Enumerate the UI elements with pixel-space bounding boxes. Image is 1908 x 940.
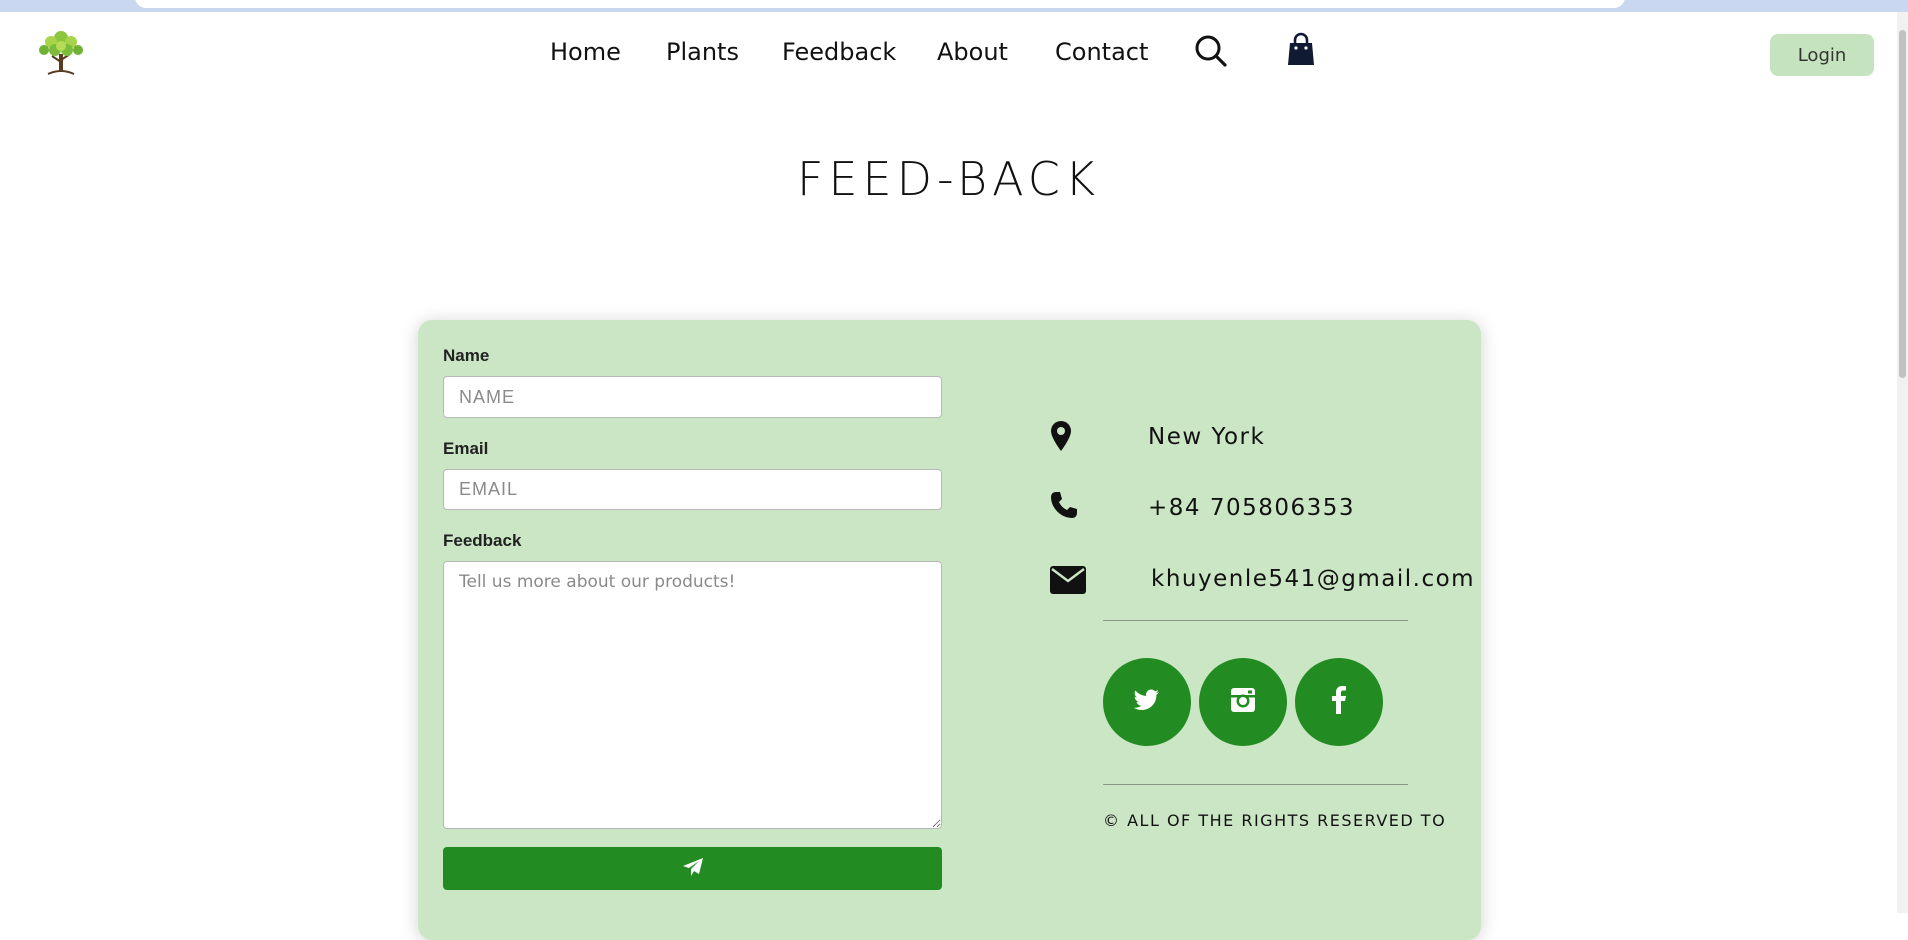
search-icon[interactable]: [1194, 34, 1228, 72]
phone-icon: [1050, 491, 1078, 523]
name-input[interactable]: [443, 376, 942, 418]
paper-plane-icon: [682, 857, 704, 880]
facebook-icon: [1331, 686, 1347, 718]
nav-about[interactable]: About: [937, 38, 1008, 66]
login-button[interactable]: Login: [1770, 34, 1874, 76]
twitter-button[interactable]: [1103, 658, 1191, 746]
twitter-icon: [1133, 689, 1160, 715]
email-text: khuyenle541@gmail.com: [1151, 566, 1476, 592]
location-text: New York: [1148, 424, 1266, 450]
shopping-bag-icon[interactable]: [1286, 32, 1316, 70]
feedback-card: Name Email Feedback New York +84 7058063…: [418, 320, 1481, 940]
feedback-textarea[interactable]: [443, 561, 942, 829]
browser-address-pill: [135, 0, 1625, 8]
email-label: Email: [443, 439, 489, 458]
divider-bottom: [1103, 784, 1408, 785]
page-title: FEED-BACK: [796, 152, 1101, 206]
nav-home[interactable]: Home: [550, 38, 621, 66]
nav-feedback[interactable]: Feedback: [782, 38, 896, 66]
envelope-icon: [1050, 566, 1086, 598]
facebook-button[interactable]: [1295, 658, 1383, 746]
divider-top: [1103, 620, 1408, 621]
email-input[interactable]: [443, 469, 942, 510]
name-label: Name: [443, 346, 490, 365]
tree-logo[interactable]: [34, 28, 90, 76]
map-marker-icon: [1050, 420, 1072, 456]
instagram-button[interactable]: [1199, 658, 1287, 746]
phone-text: +84 705806353: [1148, 495, 1356, 521]
nav-contact[interactable]: Contact: [1055, 38, 1148, 66]
scrollbar-thumb[interactable]: [1899, 30, 1906, 378]
feedback-label: Feedback: [443, 531, 522, 550]
instagram-icon: [1230, 687, 1256, 717]
page-scrollbar[interactable]: [1897, 12, 1908, 913]
copyright-text: © ALL OF THE RIGHTS RESERVED TO: [1103, 811, 1447, 830]
send-button[interactable]: [443, 847, 942, 890]
nav-plants[interactable]: Plants: [666, 38, 739, 66]
browser-top-bar: [0, 0, 1908, 12]
